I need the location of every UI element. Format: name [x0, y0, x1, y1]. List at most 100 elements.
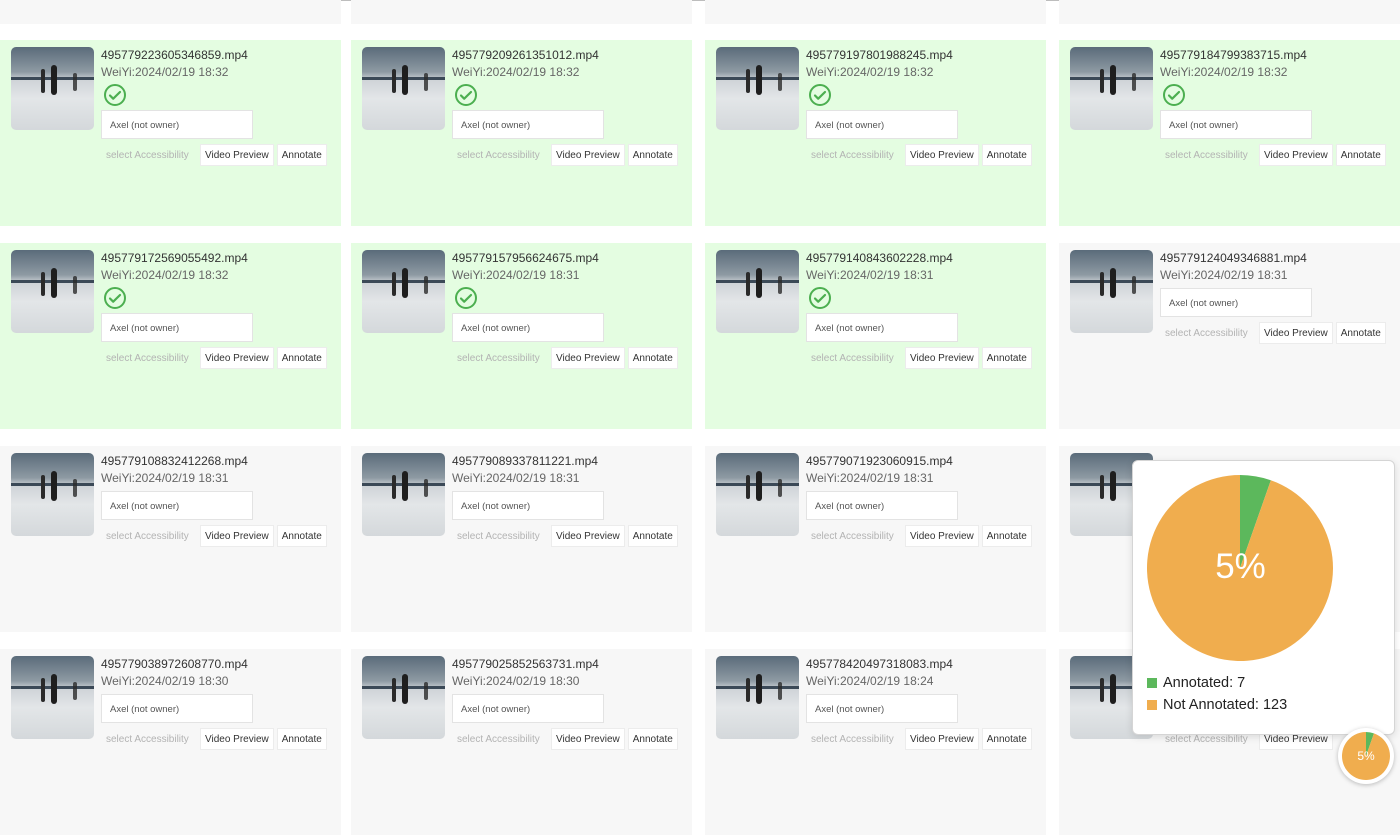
video-filename: 495779089337811221.mp4 [452, 454, 598, 468]
video-thumbnail[interactable] [11, 250, 94, 333]
video-preview-button[interactable]: Video Preview [551, 728, 625, 750]
video-preview-button[interactable]: Video Preview [551, 144, 625, 166]
accessibility-select[interactable]: select Accessibility [806, 144, 902, 166]
video-thumbnail[interactable] [11, 453, 94, 536]
annotate-button[interactable]: Annotate [276, 144, 327, 166]
annotated-check-icon [103, 286, 127, 310]
accessibility-select[interactable]: select Accessibility [452, 525, 548, 547]
video-preview-button[interactable]: Video Preview [905, 728, 979, 750]
video-preview-button[interactable]: Video Preview [200, 347, 274, 369]
video-preview-button[interactable]: Video Preview [905, 347, 979, 369]
annotate-button[interactable]: Annotate [981, 144, 1032, 166]
owner-select[interactable]: Axel (not owner) [452, 110, 604, 139]
video-preview-button[interactable]: Video Preview [1259, 144, 1333, 166]
annotate-button[interactable]: Annotate [627, 525, 678, 547]
video-preview-button[interactable]: Video Preview [200, 525, 274, 547]
annotation-progress-button[interactable]: 5% [1338, 728, 1394, 784]
video-filename: 495778420497318083.mp4 [806, 657, 953, 671]
annotate-button[interactable]: Annotate [276, 525, 327, 547]
video-thumbnail[interactable] [716, 250, 799, 333]
legend-label-not-annotated: Not Annotated: 123 [1163, 697, 1288, 713]
video-filename: 495779140843602228.mp4 [806, 251, 953, 265]
accessibility-select[interactable]: select Accessibility [452, 347, 548, 369]
accessibility-select[interactable]: select Accessibility [806, 728, 902, 750]
video-filename: 495779124049346881.mp4 [1160, 251, 1307, 265]
video-thumbnail[interactable] [362, 453, 445, 536]
owner-select[interactable]: Axel (not owner) [101, 694, 253, 723]
annotate-button[interactable]: Annotate [981, 728, 1032, 750]
video-thumbnail[interactable] [716, 47, 799, 130]
video-uploader-date: WeiYi:2024/02/19 18:31 [101, 471, 229, 485]
owner-select[interactable]: Axel (not owner) [806, 694, 958, 723]
accessibility-select[interactable]: select Accessibility [452, 728, 548, 750]
video-filename: 495779157956624675.mp4 [452, 251, 599, 265]
owner-select[interactable]: Axel (not owner) [806, 491, 958, 520]
owner-select[interactable]: Axel (not owner) [101, 110, 253, 139]
video-thumbnail[interactable] [716, 453, 799, 536]
owner-select[interactable]: Axel (not owner) [1160, 110, 1312, 139]
annotate-button[interactable]: Annotate [1335, 322, 1386, 344]
annotate-button[interactable]: Annotate [276, 728, 327, 750]
video-uploader-date: WeiYi:2024/02/19 18:32 [452, 65, 580, 79]
video-uploader-date: WeiYi:2024/02/19 18:32 [101, 65, 229, 79]
video-preview-button[interactable]: Video Preview [551, 525, 625, 547]
accessibility-select[interactable]: select Accessibility [806, 347, 902, 369]
video-uploader-date: WeiYi:2024/02/19 18:32 [101, 268, 229, 282]
video-preview-button[interactable]: Video Preview [905, 144, 979, 166]
accessibility-select[interactable]: select Accessibility [101, 525, 197, 547]
video-uploader-date: WeiYi:2024/02/19 18:31 [452, 471, 580, 485]
owner-select[interactable]: Axel (not owner) [452, 313, 604, 342]
video-card: 495779089337811221.mp4 WeiYi:2024/02/19 1… [351, 446, 692, 632]
accessibility-select[interactable]: select Accessibility [1160, 322, 1256, 344]
owner-select[interactable]: Axel (not owner) [806, 313, 958, 342]
video-uploader-date: WeiYi:2024/02/19 18:31 [452, 268, 580, 282]
video-preview-button[interactable]: Video Preview [200, 728, 274, 750]
video-card: 495779124049346881.mp4 WeiYi:2024/02/19 1… [1059, 243, 1400, 429]
video-thumbnail[interactable] [362, 47, 445, 130]
owner-select[interactable]: Axel (not owner) [452, 694, 604, 723]
owner-select[interactable]: Axel (not owner) [101, 313, 253, 342]
legend-swatch-not-annotated [1147, 700, 1157, 710]
accessibility-select[interactable]: select Accessibility [1160, 144, 1256, 166]
video-card: 495779108832412268.mp4 WeiYi:2024/02/19 1… [0, 446, 341, 632]
owner-select[interactable]: Axel (not owner) [452, 491, 604, 520]
legend-swatch-annotated [1147, 678, 1157, 688]
video-thumbnail[interactable] [362, 656, 445, 739]
video-thumbnail[interactable] [1070, 47, 1153, 130]
annotate-button[interactable]: Annotate [981, 525, 1032, 547]
video-card: 495779071923060915.mp4 WeiYi:2024/02/19 1… [705, 446, 1046, 632]
video-card: 495779197801988245.mp4 WeiYi:2024/02/19 1… [705, 40, 1046, 226]
annotated-check-icon [454, 83, 478, 107]
video-card-partial [351, 0, 692, 24]
annotate-button[interactable]: Annotate [981, 347, 1032, 369]
video-preview-button[interactable]: Video Preview [551, 347, 625, 369]
video-preview-button[interactable]: Video Preview [905, 525, 979, 547]
video-thumbnail[interactable] [716, 656, 799, 739]
annotate-button[interactable]: Annotate [627, 728, 678, 750]
video-thumbnail[interactable] [362, 250, 445, 333]
annotate-button[interactable]: Annotate [276, 347, 327, 369]
annotate-button[interactable]: Annotate [627, 347, 678, 369]
accessibility-select[interactable]: select Accessibility [101, 144, 197, 166]
accessibility-select[interactable]: select Accessibility [452, 144, 548, 166]
video-thumbnail[interactable] [11, 47, 94, 130]
video-preview-button[interactable]: Video Preview [1259, 322, 1333, 344]
owner-select[interactable]: Axel (not owner) [101, 491, 253, 520]
video-filename: 495779172569055492.mp4 [101, 251, 248, 265]
accessibility-select[interactable]: select Accessibility [101, 728, 197, 750]
video-preview-button[interactable]: Video Preview [200, 144, 274, 166]
owner-select[interactable]: Axel (not owner) [806, 110, 958, 139]
video-card: 495779172569055492.mp4 WeiYi:2024/02/19 1… [0, 243, 341, 429]
video-thumbnail[interactable] [1070, 250, 1153, 333]
video-thumbnail[interactable] [11, 656, 94, 739]
annotate-button[interactable]: Annotate [1335, 144, 1386, 166]
annotate-button[interactable]: Annotate [627, 144, 678, 166]
accessibility-select[interactable]: select Accessibility [101, 347, 197, 369]
video-card: 495779184799383715.mp4 WeiYi:2024/02/19 1… [1059, 40, 1400, 226]
video-uploader-date: WeiYi:2024/02/19 18:32 [1160, 65, 1288, 79]
accessibility-select[interactable]: select Accessibility [806, 525, 902, 547]
video-filename: 495779108832412268.mp4 [101, 454, 248, 468]
legend-item-annotated: Annotated: 7 [1147, 675, 1245, 691]
video-filename: 495779209261351012.mp4 [452, 48, 599, 62]
owner-select[interactable]: Axel (not owner) [1160, 288, 1312, 317]
